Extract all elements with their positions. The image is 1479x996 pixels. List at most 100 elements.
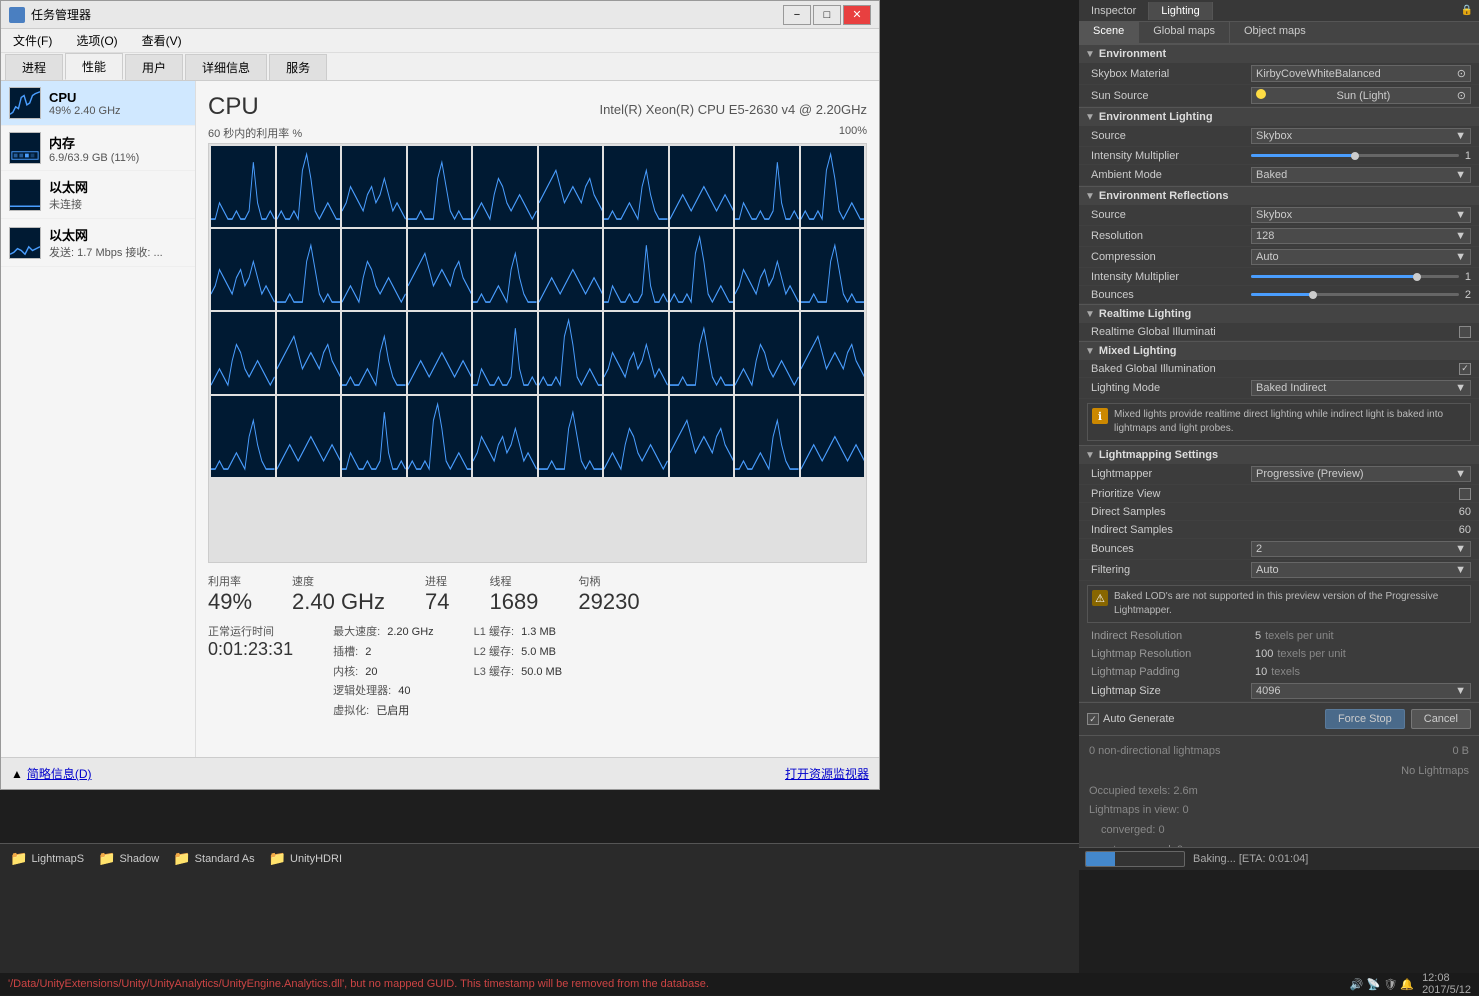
file-shadow-label: Shadow [119,853,159,865]
lm-size-dropdown[interactable]: 4096 ▼ [1251,683,1471,699]
er-resolution-dropdown[interactable]: 128 ▼ [1251,228,1471,244]
cpu-cell [408,312,472,393]
env-lighting-header[interactable]: ▼ Environment Lighting [1079,108,1479,126]
tab-performance[interactable]: 性能 [65,53,123,80]
tab-details[interactable]: 详细信息 [185,54,267,80]
unity-panel: Inspector Lighting 🔒 Scene Global maps O… [1079,0,1479,870]
file-unityhdr[interactable]: 📁 UnityHDRI [263,848,348,869]
file-lightmaps-label: LightmapS [31,853,84,865]
sidebar-cpu[interactable]: CPU 49% 2.40 GHz [1,81,195,126]
summary-link[interactable]: 简略信息(D) [27,765,92,782]
realtime-lighting-section: ▼ Realtime Lighting Realtime Global Illu… [1079,304,1479,341]
tab-inspector[interactable]: Inspector [1079,2,1149,20]
sidebar-eth1-sub: 未连接 [49,196,187,212]
subtab-globalmaps[interactable]: Global maps [1139,22,1230,43]
sun-source-dropdown[interactable]: Sun (Light) ⊙ [1251,87,1471,104]
cpu-cell [735,229,799,310]
stat-size: 0 B [1452,742,1469,762]
filtering-label: Filtering [1091,564,1251,576]
lm-bounces-chevron: ▼ [1455,543,1466,555]
er-compression-value: Auto ▼ [1251,249,1471,265]
baked-gi-checkbox[interactable] [1459,363,1471,375]
cpu-cell [277,396,341,477]
er-compression-row: Compression Auto ▼ [1079,247,1479,268]
lm-warn-box: ⚠ Baked LOD's are not supported in this … [1087,585,1471,623]
tab-processes[interactable]: 进程 [5,54,63,80]
menu-file[interactable]: 文件(F) [5,30,60,51]
auto-generate-checkbox[interactable] [1087,713,1099,725]
close-button[interactable]: ✕ [843,5,871,25]
tab-lighting[interactable]: Lighting [1149,2,1213,20]
sidebar-memory[interactable]: 内存 6.9/63.9 GB (11%) [1,126,195,171]
sockets-label: 插槽: [333,646,358,658]
menu-options[interactable]: 选项(O) [68,30,125,51]
chart-label-right: 100% [839,125,867,141]
lightmapping-section: ▼ Lightmapping Settings Lightmapper Prog… [1079,445,1479,702]
lm-bounces-dropdown[interactable]: 2 ▼ [1251,541,1471,557]
sidebar-ethernet1[interactable]: 以太网 未连接 [1,171,195,219]
prioritize-view-row: Prioritize View [1079,485,1479,503]
el-intensity-slider[interactable] [1251,154,1459,157]
er-bounces-value: 2 [1251,289,1471,301]
stat-usage: 利用率 49% [208,573,252,615]
prioritize-checkbox[interactable] [1459,488,1471,500]
cpu-cell [604,312,668,393]
minimize-button[interactable]: − [783,5,811,25]
environment-section-header[interactable]: ▼ Environment [1079,45,1479,63]
lm-bounces-val: 2 [1256,543,1262,555]
tab-users[interactable]: 用户 [125,54,183,80]
skybox-dropdown[interactable]: KirbyCoveWhiteBalanced ⊙ [1251,65,1471,82]
lighting-mode-dropdown[interactable]: Baked Indirect ▼ [1251,380,1471,396]
l1-label: L1 缓存: [474,626,514,638]
env-reflections-header[interactable]: ▼ Environment Reflections [1079,187,1479,205]
env-ref-title: Environment Reflections [1099,190,1229,202]
lightmapping-header[interactable]: ▼ Lightmapping Settings [1079,446,1479,464]
er-bounces-label: Bounces [1091,289,1251,301]
subtab-scene[interactable]: Scene [1079,22,1139,43]
lightmapper-dropdown[interactable]: Progressive (Preview) ▼ [1251,466,1471,482]
maximize-button[interactable]: □ [813,5,841,25]
app-icon [9,7,25,23]
filtering-dropdown[interactable]: Auto ▼ [1251,562,1471,578]
folder-icon-standard: 📁 [173,850,190,867]
cpu-cell [473,396,537,477]
cores-value: 20 [365,666,377,678]
sun-source-dot [1256,89,1270,102]
force-stop-button[interactable]: Force Stop [1325,709,1405,729]
cpu-header: CPU Intel(R) Xeon(R) CPU E5-2630 v4 @ 2.… [208,93,867,121]
lm-warn-icon: ⚠ [1092,590,1108,606]
skybox-dropdown-value: KirbyCoveWhiteBalanced [1256,68,1381,80]
stat-usage-value: 49% [208,589,252,615]
open-monitor-link[interactable]: 打开资源监视器 [785,765,869,782]
mixed-header[interactable]: ▼ Mixed Lighting [1079,342,1479,360]
er-source-dropdown[interactable]: Skybox ▼ [1251,207,1471,223]
file-lightmaps[interactable]: 📁 LightmapS [4,848,90,869]
er-intensity-slider[interactable] [1251,275,1459,278]
cpu-cell [277,146,341,227]
er-intensity-value: 1 [1251,271,1471,283]
lm-size-value: 4096 ▼ [1251,683,1471,699]
file-shadow[interactable]: 📁 Shadow [92,848,165,869]
sidebar-ethernet2[interactable]: 以太网 发送: 1.7 Mbps 接收: ... [1,219,195,267]
subtab-objectmaps[interactable]: Object maps [1230,22,1320,43]
file-standard-label: Standard As [195,853,255,865]
sun-source-arrow: ⊙ [1457,89,1466,102]
realtime-gi-checkbox[interactable] [1459,326,1471,338]
baking-status: Baking... [ETA: 0:01:04] [1193,853,1308,865]
el-ambient-dropdown[interactable]: Baked ▼ [1251,167,1471,183]
indirect-res-value: 5 [1255,630,1261,642]
lighting-mode-label: Lighting Mode [1091,382,1251,394]
cores-label: 内核: [333,666,358,678]
er-compression-dropdown[interactable]: Auto ▼ [1251,249,1471,265]
file-standard[interactable]: 📁 Standard As [167,848,260,869]
logicalproc-value: 40 [398,685,410,697]
cancel-button[interactable]: Cancel [1411,709,1471,729]
realtime-header[interactable]: ▼ Realtime Lighting [1079,305,1479,323]
lock-button[interactable]: 🔒 [1455,3,1479,18]
ethernet2-mini-icon [9,227,41,259]
er-bounces-slider[interactable] [1251,293,1459,296]
sun-color-dot [1256,89,1266,99]
menu-view[interactable]: 查看(V) [134,30,190,51]
tab-services[interactable]: 服务 [269,54,327,80]
el-source-dropdown[interactable]: Skybox ▼ [1251,128,1471,144]
